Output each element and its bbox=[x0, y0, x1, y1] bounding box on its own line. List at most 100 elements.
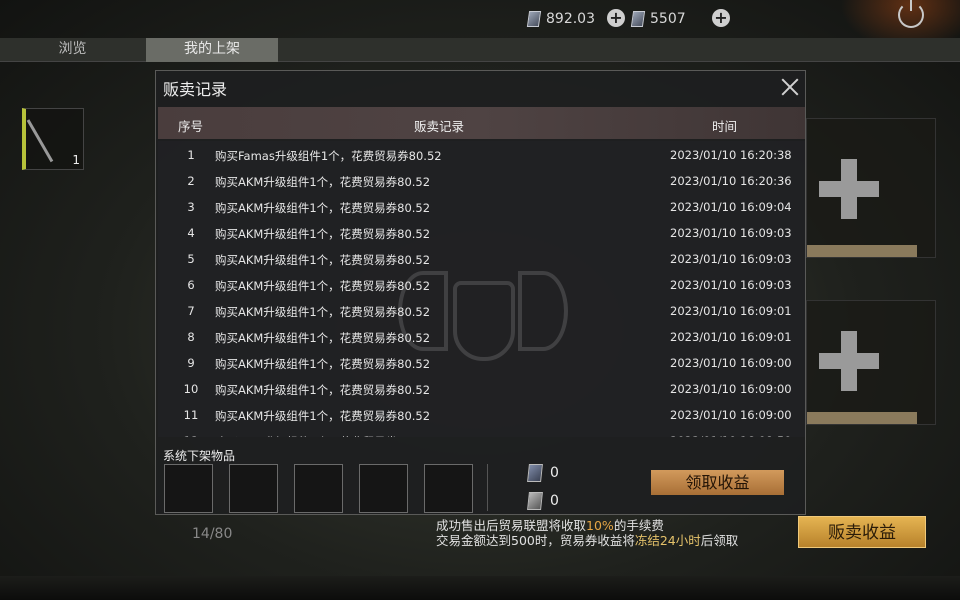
row-index: 12 bbox=[178, 434, 204, 437]
trade-ticket-icon bbox=[527, 464, 543, 482]
item-count: 1 bbox=[72, 153, 80, 167]
row-record: 购买AKM升级组件1个，花费贸易券80.52 bbox=[215, 305, 431, 319]
row-time: 2023/01/10 16:09:03 bbox=[670, 278, 792, 292]
tab-my-listings[interactable]: 我的上架 bbox=[146, 38, 278, 62]
row-time: 2023/01/10 16:09:00 bbox=[670, 382, 792, 396]
currency-card: 5507 bbox=[630, 9, 686, 29]
top-bar: 892.03 + 5507 + bbox=[0, 0, 960, 50]
reward-trade-ticket: 0 bbox=[527, 463, 559, 483]
table-row: 10 购买AKM升级组件1个，花费贸易券80.52 2023/01/10 16:09… bbox=[158, 375, 805, 401]
row-time: 2023/01/10 16:09:03 bbox=[670, 226, 792, 240]
notice-text: 成功售出后贸易联盟将收取 bbox=[436, 518, 587, 533]
tab-bar: 浏览 我的上架 bbox=[0, 38, 960, 62]
table-row: 3 购买AKM升级组件1个，花费贸易券80.52 2023/01/10 16:09:… bbox=[158, 193, 805, 219]
table-row: 7 购买AKM升级组件1个，花费贸易券80.52 2023/01/10 16:09:… bbox=[158, 297, 805, 323]
row-index: 5 bbox=[187, 252, 195, 266]
row-record: 购买AKM升级组件1个，花费贸易券80.52 bbox=[215, 201, 431, 215]
tab-browse[interactable]: 浏览 bbox=[0, 38, 145, 62]
claim-earnings-button[interactable]: 领取收益 bbox=[651, 470, 784, 495]
trade-ticket-icon bbox=[526, 11, 542, 27]
row-time: 2023/01/10 16:09:01 bbox=[670, 304, 792, 318]
notice-text: 交易金额达到500时，贸易券收益将 bbox=[436, 533, 635, 548]
notice-freeze-period: 冻结24小时 bbox=[634, 533, 701, 548]
notice-text: 后领取 bbox=[700, 533, 739, 548]
axe-icon bbox=[26, 115, 60, 163]
row-record: 购买AKM升级组件1个，花费贸易券80.52 bbox=[215, 409, 431, 423]
reward-card: 0 bbox=[527, 491, 559, 511]
row-time: 2023/01/10 16:08:59 bbox=[670, 434, 792, 437]
card-icon bbox=[630, 11, 646, 27]
row-record: 购买AKM升级组件1个，花费贸易券80.52 bbox=[215, 357, 431, 371]
card-amount: 5507 bbox=[650, 11, 686, 27]
row-time: 2023/01/10 16:20:38 bbox=[670, 148, 792, 162]
row-time: 2023/01/10 16:09:03 bbox=[670, 252, 792, 266]
system-delisted-label: 系统下架物品 bbox=[163, 449, 236, 463]
notice-text: 的手续费 bbox=[613, 518, 664, 533]
listing-capacity: 14/80 bbox=[192, 526, 233, 542]
table-header: 序号 贩卖记录 时间 bbox=[158, 107, 805, 139]
delisted-item-slot[interactable] bbox=[359, 464, 408, 513]
column-record: 贩卖记录 bbox=[414, 119, 465, 134]
add-listing-icon bbox=[819, 159, 879, 219]
row-time: 2023/01/10 16:20:36 bbox=[670, 174, 792, 188]
column-time: 时间 bbox=[712, 119, 738, 134]
notice-fee-percent: 10% bbox=[586, 518, 614, 533]
row-index: 11 bbox=[183, 408, 199, 422]
table-row: 1 购买Famas升级组件1个，花费贸易券80.52 2023/01/10 16:2… bbox=[158, 141, 805, 167]
row-record: 购买AKM升级组件1个，花费贸易券80.52 bbox=[215, 331, 431, 345]
delisted-item-slot[interactable] bbox=[164, 464, 213, 513]
table-row: 6 购买AKM升级组件1个，花费贸易券80.52 2023/01/10 16:09:… bbox=[158, 271, 805, 297]
row-record: 购买AKM升级组件1个，花费贸易券80.52 bbox=[215, 279, 431, 293]
row-index: 2 bbox=[187, 174, 195, 188]
row-record: 购买AKM升级组件1个，花费贸易券80.52 bbox=[215, 227, 431, 241]
listing-slot-2[interactable] bbox=[806, 300, 936, 425]
row-index: 10 bbox=[183, 382, 199, 396]
dialog-title: 贩卖记录 bbox=[163, 80, 228, 99]
row-index: 6 bbox=[187, 278, 195, 292]
reward-trade-ticket-amount: 0 bbox=[550, 465, 559, 481]
close-icon[interactable] bbox=[779, 76, 801, 98]
row-time: 2023/01/10 16:09:04 bbox=[670, 200, 792, 214]
inventory-item-slot[interactable]: 1 bbox=[22, 108, 84, 170]
delisted-item-slot[interactable] bbox=[294, 464, 343, 513]
add-card-icon[interactable]: + bbox=[712, 9, 730, 27]
card-icon bbox=[527, 492, 543, 510]
sales-record-dialog: 贩卖记录 序号 贩卖记录 时间 1 购买Famas升级组件1个，花费贸易券80.5… bbox=[155, 70, 806, 515]
add-trade-ticket-icon[interactable]: + bbox=[607, 9, 625, 27]
row-time: 2023/01/10 16:09:00 bbox=[670, 356, 792, 370]
row-record: 购买AKM升级组件1个，花费贸易券80.52 bbox=[215, 175, 431, 189]
row-record: 购买Famas升级组件1个，花费贸易券80.52 bbox=[215, 149, 442, 163]
table-row: 8 购买AKM升级组件1个，花费贸易券80.52 2023/01/10 16:09:… bbox=[158, 323, 805, 349]
row-index: 8 bbox=[187, 330, 195, 344]
fee-notice: 成功售出后贸易联盟将收取10%的手续费 交易金额达到500时，贸易券收益将冻结2… bbox=[436, 518, 738, 548]
delisted-item-slot[interactable] bbox=[424, 464, 473, 513]
row-record: 购买AKM升级组件1个，花费贸易券80.52 bbox=[215, 253, 431, 267]
row-index: 7 bbox=[187, 304, 195, 318]
column-index: 序号 bbox=[178, 119, 204, 134]
row-time: 2023/01/10 16:09:01 bbox=[670, 330, 792, 344]
row-index: 9 bbox=[187, 356, 195, 370]
slot-strip bbox=[807, 412, 917, 424]
row-record: 购买AKM升级组件1个，花费贸易券80.52 bbox=[215, 434, 430, 437]
table-row: 9 购买AKM升级组件1个，花费贸易券80.52 2023/01/10 16:09:… bbox=[158, 349, 805, 375]
currency-trade-ticket: 892.03 bbox=[526, 9, 595, 29]
power-icon[interactable] bbox=[898, 0, 924, 28]
bottom-strip bbox=[0, 576, 960, 600]
row-index: 4 bbox=[187, 226, 195, 240]
row-record: 购买AKM升级组件1个，花费贸易券80.52 bbox=[215, 383, 431, 397]
table-row: 12 购买AKM升级组件1个，花费贸易券80.52 2023/01/10 16:08… bbox=[158, 427, 805, 437]
reward-card-amount: 0 bbox=[550, 493, 559, 509]
trade-ticket-amount: 892.03 bbox=[546, 11, 595, 27]
listing-slot-1[interactable] bbox=[806, 118, 936, 258]
row-index: 1 bbox=[187, 148, 195, 162]
sell-earnings-button[interactable]: 贩卖收益 bbox=[798, 516, 926, 548]
record-list[interactable]: 1 购买Famas升级组件1个，花费贸易券80.52 2023/01/10 16:2… bbox=[158, 141, 805, 437]
table-row: 11 购买AKM升级组件1个，花费贸易券80.52 2023/01/10 16:09… bbox=[158, 401, 805, 427]
table-row: 4 购买AKM升级组件1个，花费贸易券80.52 2023/01/10 16:09:… bbox=[158, 219, 805, 245]
add-listing-icon bbox=[819, 331, 879, 391]
table-row: 2 购买AKM升级组件1个，花费贸易券80.52 2023/01/10 16:20:… bbox=[158, 167, 805, 193]
divider bbox=[487, 464, 488, 511]
table-row: 5 购买AKM升级组件1个，花费贸易券80.52 2023/01/10 16:09:… bbox=[158, 245, 805, 271]
delisted-item-slot[interactable] bbox=[229, 464, 278, 513]
row-time: 2023/01/10 16:09:00 bbox=[670, 408, 792, 422]
